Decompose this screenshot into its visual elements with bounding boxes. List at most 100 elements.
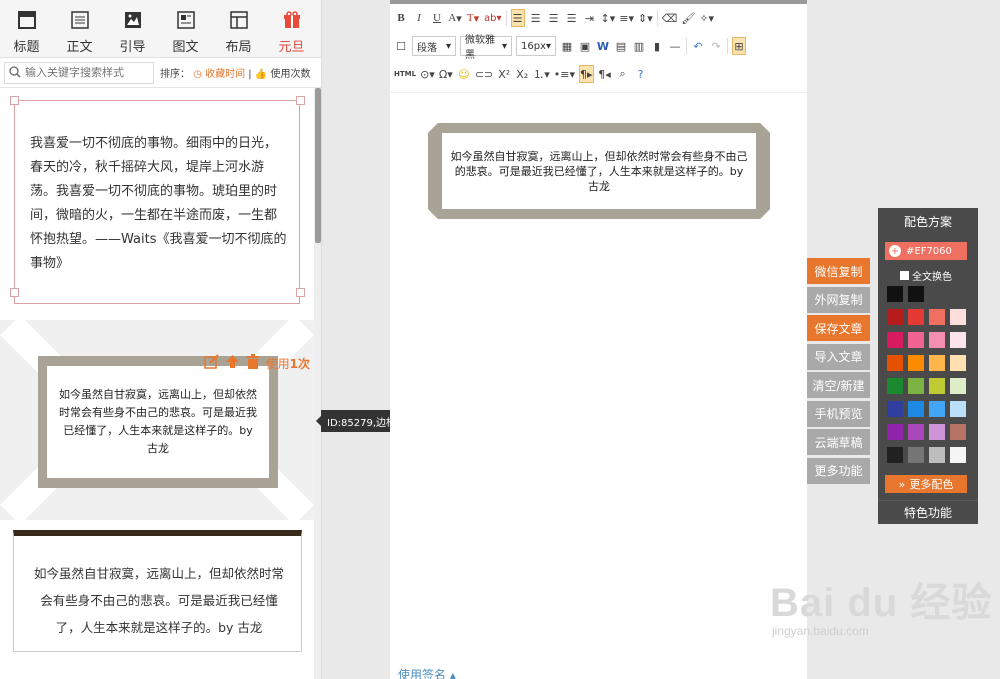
ltr-icon[interactable]: ¶▸ (579, 65, 594, 83)
color-swatch[interactable] (908, 309, 924, 325)
tab-title[interactable]: 标题 (0, 0, 53, 57)
use-signature-toggle[interactable]: 使用签名 ▴ (398, 666, 456, 679)
color-swatch[interactable] (950, 332, 966, 348)
more-colors-button[interactable]: » 更多配色 (885, 475, 967, 493)
style-item[interactable]: 我喜爱一切不彻底的事物。细雨中的日光，春天的冷，秋千摇碎大风，堤岸上河水游荡。我… (0, 88, 314, 320)
style-item[interactable]: 如今虽然自甘寂寞，远离山上，但却依然时常会有些身不由己的悲哀。可是最近我已经懂了… (0, 520, 314, 679)
color-swatch[interactable] (908, 378, 924, 394)
color-swatch[interactable] (929, 424, 945, 440)
checkbox-icon[interactable]: ☐ (394, 37, 408, 55)
rtl-icon[interactable]: ¶◂ (598, 65, 612, 83)
video-icon[interactable]: ▮ (650, 37, 664, 55)
color-swatch[interactable] (908, 286, 924, 302)
special-char-button[interactable]: Ω ▾ (439, 65, 453, 83)
inserted-style-frame[interactable]: 如今虽然自甘寂寞，远离山上，但却依然时常会有些身不由己的悲哀。可是最近我已经懂了… (418, 113, 780, 229)
line-height-icon[interactable]: ↕▾ (601, 9, 616, 27)
undo-icon[interactable]: ↶ (691, 37, 705, 55)
external-copy-button[interactable]: 外网复制 (807, 286, 870, 313)
align-left-icon[interactable]: ☰ (510, 9, 525, 27)
align-justify-icon[interactable]: ☰ (565, 9, 579, 27)
ordered-list-icon[interactable]: ⒈▾ (533, 65, 550, 83)
emoji-icon[interactable]: ☺ (457, 65, 471, 83)
html-source-button[interactable]: HTML (394, 65, 416, 83)
color-swatch[interactable] (887, 401, 903, 417)
tab-text[interactable]: 正文 (53, 0, 106, 57)
use-count[interactable]: 使用1次 (266, 355, 310, 372)
align-center-icon[interactable]: ☰ (529, 9, 543, 27)
special-features-button[interactable]: 特色功能 (878, 500, 978, 524)
sort-by-usage[interactable]: 👍 使用次数 (255, 69, 311, 80)
link-icon[interactable]: ⊂⊃ (475, 65, 493, 83)
word-icon[interactable]: W (596, 37, 610, 55)
eraser-icon[interactable]: ⌫ (662, 9, 678, 27)
wechat-copy-button[interactable]: 微信复制 (807, 258, 870, 284)
underline-button[interactable]: U (430, 9, 444, 27)
unordered-list-icon[interactable]: •≡▾ (554, 65, 575, 83)
checkbox[interactable] (900, 271, 909, 280)
current-color-input[interactable]: + #EF7060 (885, 242, 967, 260)
scrollbar-thumb[interactable] (315, 88, 321, 243)
save-article-button[interactable]: 保存文章 (807, 315, 870, 341)
trash-icon[interactable] (246, 354, 260, 372)
color-swatch[interactable] (908, 355, 924, 371)
search-input[interactable] (25, 66, 145, 79)
color-swatch[interactable] (950, 401, 966, 417)
color-swatch[interactable] (929, 309, 945, 325)
color-swatch[interactable] (887, 447, 903, 463)
edit-icon[interactable] (203, 354, 219, 372)
strikethrough-button[interactable]: ab ▾ (484, 9, 502, 27)
scrollbar[interactable] (314, 88, 321, 679)
color-swatch[interactable] (887, 309, 903, 325)
clear-new-button[interactable]: 清空/新建 (807, 372, 870, 398)
move-up-icon[interactable] (225, 354, 240, 372)
font-select[interactable]: 微软雅黑 ▾ (460, 35, 512, 61)
image-icon[interactable]: ▣ (578, 37, 592, 55)
emoticon-menu-icon[interactable]: ⊙▾ (420, 65, 435, 83)
format-brush-icon[interactable]: 🖌 (681, 9, 695, 27)
bold-button[interactable]: B (394, 9, 408, 27)
color-swatch[interactable] (929, 332, 945, 348)
tab-layout[interactable]: 布局 (212, 0, 265, 57)
find-icon[interactable]: ⌕ (616, 65, 630, 83)
indent-icon[interactable]: ⇥ (583, 9, 597, 27)
import-article-button[interactable]: 导入文章 (807, 343, 870, 370)
tab-guide[interactable]: 引导 (106, 0, 159, 57)
color-swatch[interactable] (887, 355, 903, 371)
color-swatch[interactable] (908, 332, 924, 348)
color-swatch[interactable] (887, 332, 903, 348)
superscript-button[interactable]: X² (497, 65, 511, 83)
table-icon[interactable]: ▦ (560, 37, 574, 55)
horizontal-rule-icon[interactable]: — (668, 37, 682, 55)
tab-new-year[interactable]: 元旦 (265, 0, 318, 57)
help-icon[interactable]: ? (634, 65, 648, 83)
color-swatch[interactable] (929, 401, 945, 417)
background-color-button[interactable]: T ▾ (466, 9, 480, 27)
color-swatch[interactable] (950, 378, 966, 394)
color-swatch[interactable] (950, 447, 966, 463)
font-color-button[interactable]: A ▾ (448, 9, 462, 27)
more-features-button[interactable]: 更多功能 (807, 457, 870, 484)
color-swatch[interactable] (908, 401, 924, 417)
editor-content-text[interactable]: 如今虽然自甘寂寞，远离山上，但却依然时常会有些身不由己的悲哀。可是最近我已经懂了… (450, 149, 748, 194)
color-swatch[interactable] (950, 424, 966, 440)
color-swatch[interactable] (887, 378, 903, 394)
font-size-select[interactable]: 16px ▾ (516, 36, 556, 56)
subscript-button[interactable]: X₂ (515, 65, 529, 83)
letter-spacing-icon[interactable]: ⇕▾ (638, 9, 653, 27)
paragraph-spacing-icon[interactable]: ≡▾ (619, 9, 634, 27)
color-swatch[interactable] (950, 309, 966, 325)
photo-icon[interactable]: ▤ (614, 37, 628, 55)
color-swatch[interactable] (887, 286, 903, 302)
paragraph-select[interactable]: 段落 ▾ (412, 36, 456, 56)
sort-by-favorite[interactable]: ◷ 收藏时间 (193, 69, 245, 80)
redo-icon[interactable]: ↷ (709, 37, 723, 55)
color-swatch[interactable] (929, 378, 945, 394)
expand-icon[interactable]: ⊞ (732, 37, 746, 55)
color-swatch[interactable] (887, 424, 903, 440)
mobile-preview-button[interactable]: 手机预览 (807, 400, 870, 427)
color-swatch[interactable] (908, 447, 924, 463)
style-item-hovered[interactable]: 如今虽然自甘寂寞，远离山上，但却依然时常会有些身不由己的悲哀。可是最近我已经懂了… (0, 315, 314, 525)
swap-all-colors-toggle[interactable]: 全文换色 (900, 268, 952, 283)
italic-button[interactable]: I (412, 9, 426, 27)
tab-image-text[interactable]: 图文 (159, 0, 212, 57)
